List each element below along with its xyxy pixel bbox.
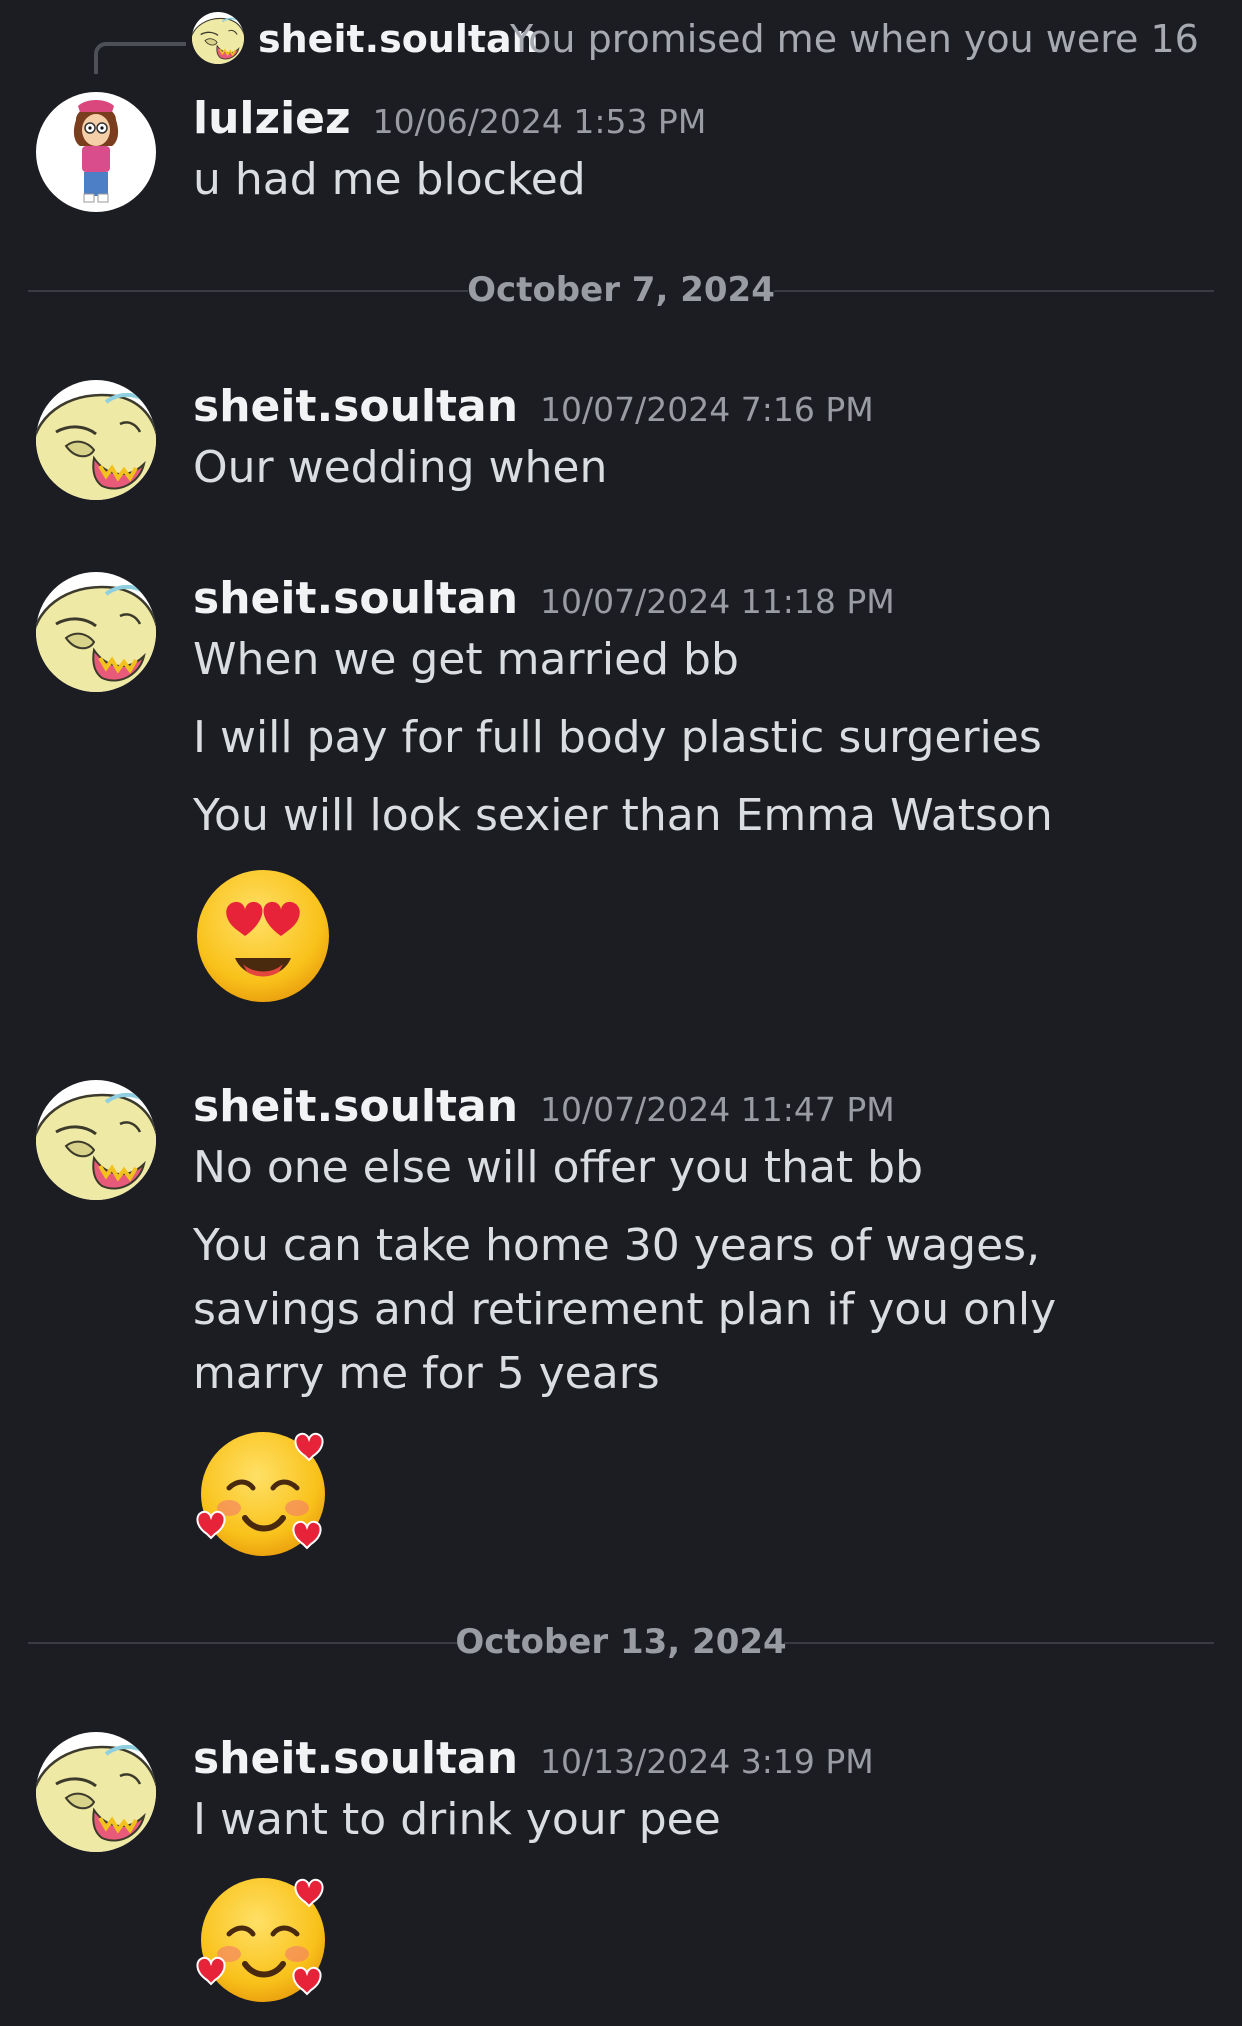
message-group: sheit.soultan 10/07/2024 11:18 PM When we… bbox=[0, 572, 1242, 1012]
girl-cartoon-avatar-icon[interactable] bbox=[36, 92, 156, 212]
username[interactable]: sheit.soultan bbox=[193, 573, 518, 624]
smiling-face-with-hearts-emoji[interactable] bbox=[193, 1422, 333, 1562]
message-text: You will look sexier than Emma Watson bbox=[193, 790, 1053, 841]
ogre-avatar-icon[interactable] bbox=[36, 1732, 156, 1852]
reply-preview-text[interactable]: You promised me when you were 16 bbox=[510, 16, 1199, 62]
message-group: sheit.soultan 10/07/2024 11:47 PM No one … bbox=[0, 1080, 1242, 1560]
username[interactable]: sheit.soultan bbox=[193, 1733, 518, 1784]
ogre-avatar-icon[interactable] bbox=[36, 1080, 156, 1200]
message-header: sheit.soultan 10/07/2024 11:47 PM bbox=[193, 1080, 895, 1137]
smiling-face-with-hearts-emoji[interactable] bbox=[193, 1868, 333, 2008]
message-text: No one else will offer you that bb bbox=[193, 1142, 924, 1193]
divider-date: October 7, 2024 bbox=[467, 270, 775, 310]
date-divider: October 7, 2024 bbox=[28, 270, 1214, 310]
message-text: Our wedding when bbox=[193, 442, 608, 493]
timestamp: 10/13/2024 3:19 PM bbox=[540, 1742, 874, 1781]
date-divider: October 13, 2024 bbox=[28, 1622, 1214, 1662]
username[interactable]: sheit.soultan bbox=[193, 1081, 518, 1132]
message-text: u had me blocked bbox=[193, 154, 586, 205]
username[interactable]: lulziez bbox=[193, 93, 351, 144]
message-group: sheit.soultan 10/07/2024 7:16 PM Our wedd… bbox=[0, 380, 1242, 510]
reply-username[interactable]: sheit.soultan bbox=[258, 16, 539, 62]
timestamp: 10/07/2024 11:18 PM bbox=[540, 582, 895, 621]
ogre-avatar-icon[interactable] bbox=[36, 572, 156, 692]
reply-reference[interactable]: sheit.soultan You promised me when you w… bbox=[0, 8, 1242, 74]
message-group: lulziez 10/06/2024 1:53 PM u had me block… bbox=[0, 92, 1242, 222]
reply-spine bbox=[94, 42, 186, 74]
message-text: You can take home 30 years of wages, sav… bbox=[193, 1220, 1057, 1399]
divider-date: October 13, 2024 bbox=[455, 1622, 787, 1662]
message-text: I will pay for full body plastic surgeri… bbox=[193, 712, 1042, 763]
message-header: sheit.soultan 10/13/2024 3:19 PM bbox=[193, 1732, 874, 1789]
message-text: When we get married bb bbox=[193, 634, 739, 685]
ogre-avatar-icon[interactable] bbox=[192, 12, 244, 64]
ogre-avatar-icon[interactable] bbox=[36, 380, 156, 500]
message-group: sheit.soultan 10/13/2024 3:19 PM I want t… bbox=[0, 1732, 1242, 2022]
heart-eyes-emoji[interactable] bbox=[193, 866, 333, 1006]
message-text: I want to drink your pee bbox=[193, 1794, 721, 1845]
timestamp: 10/07/2024 7:16 PM bbox=[540, 390, 874, 429]
timestamp: 10/06/2024 1:53 PM bbox=[372, 102, 707, 141]
chat-log: sheit.soultan You promised me when you w… bbox=[0, 0, 1242, 2026]
message-header: lulziez 10/06/2024 1:53 PM bbox=[193, 92, 706, 149]
message-header: sheit.soultan 10/07/2024 11:18 PM bbox=[193, 572, 895, 629]
timestamp: 10/07/2024 11:47 PM bbox=[540, 1090, 895, 1129]
message-header: sheit.soultan 10/07/2024 7:16 PM bbox=[193, 380, 874, 437]
username[interactable]: sheit.soultan bbox=[193, 381, 518, 432]
